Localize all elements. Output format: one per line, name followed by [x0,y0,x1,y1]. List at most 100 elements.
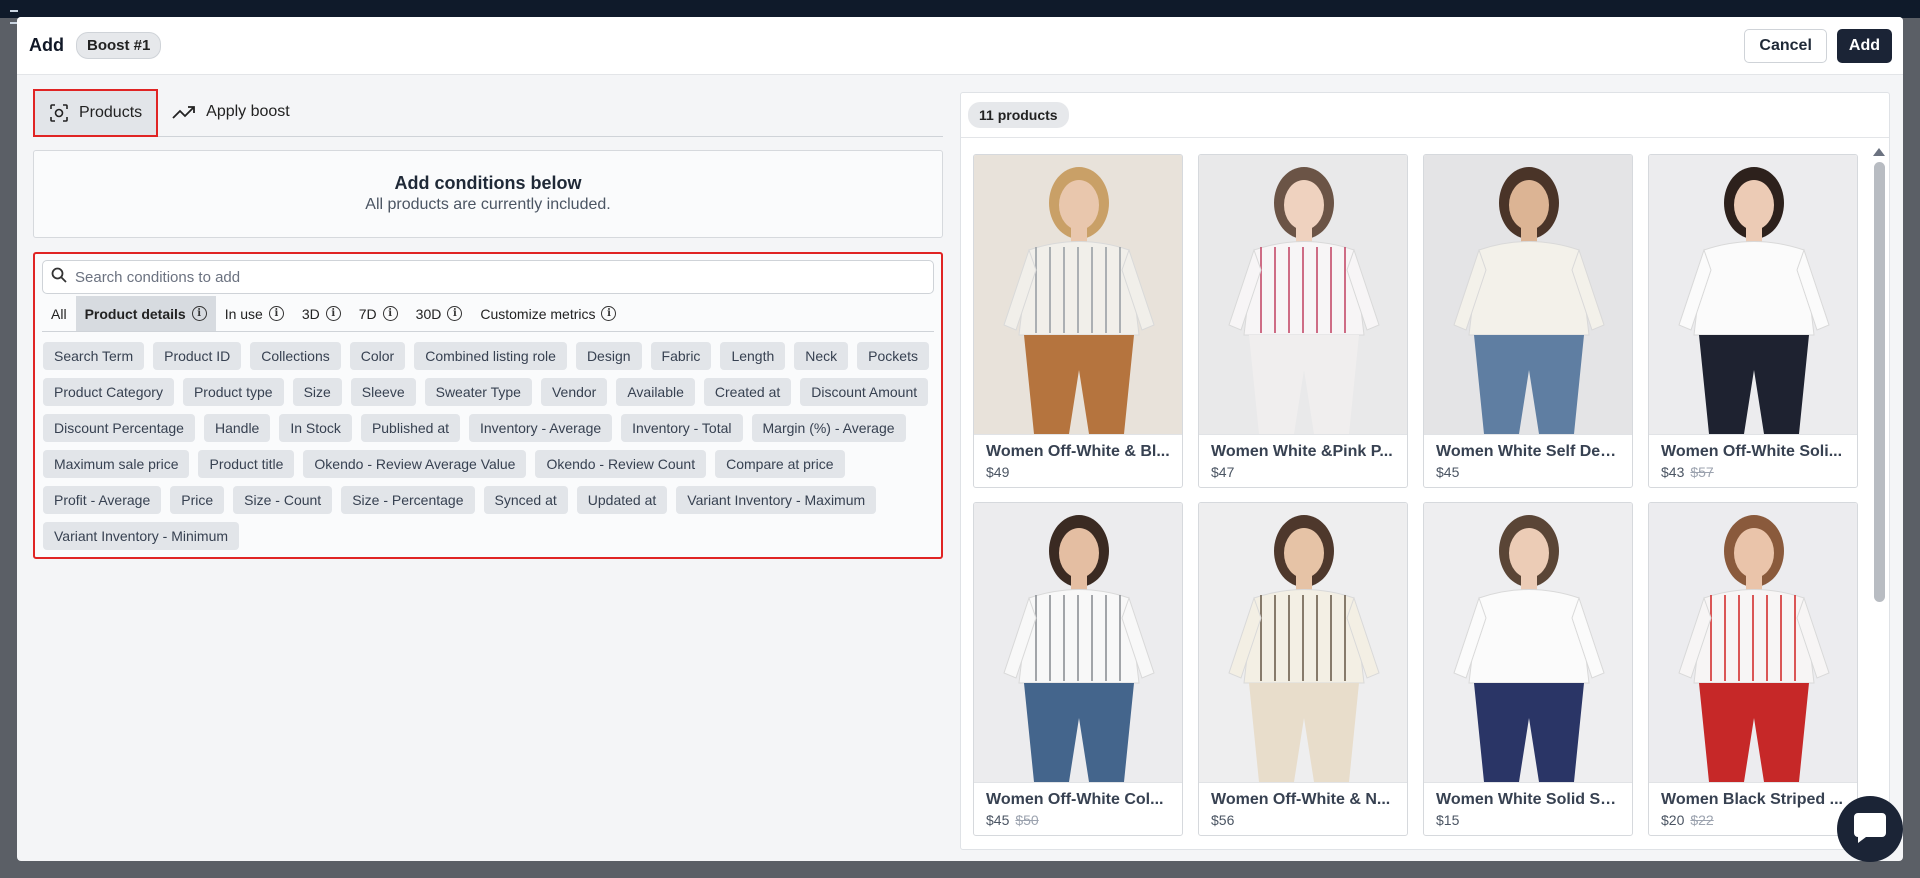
info-icon[interactable]: i [382,306,398,321]
scroll-thumb[interactable] [1873,162,1885,602]
condition-chip[interactable]: Product ID [153,342,242,370]
filter-tab-customize-metrics[interactable]: Customize metrics i [471,296,625,331]
conditions-title: Add conditions below [394,173,582,193]
filter-tab-label: In use [224,305,263,322]
filter-tab-product-details[interactable]: Product details i [75,296,216,331]
info-icon[interactable]: i [325,306,341,321]
product-info: Women Off-White & Bl... $49 [974,434,1182,480]
app-backdrop-bar [0,0,1920,18]
product-title: Women Off-White Col... [986,791,1164,808]
product-compare-price: $22 [1690,812,1714,828]
condition-chip[interactable]: Variant Inventory - Maximum [676,486,877,514]
product-info: Women Off-White Col... $45 $50 [974,782,1182,828]
condition-chip[interactable]: Okendo - Review Count [535,450,707,478]
product-info: Women White Self Des... $45 [1424,434,1632,480]
modal-header: Add Boost #1 Cancel Add [17,17,1903,75]
condition-chip[interactable]: Profit - Average [43,486,162,514]
product-price-row: $47 [1211,464,1395,480]
condition-chip[interactable]: In Stock [279,414,352,442]
product-image [1424,503,1632,782]
product-compare-price: $57 [1690,464,1714,480]
condition-chip[interactable]: Maximum sale price [43,450,190,478]
product-card[interactable]: Women Off-White & N... $56 [1198,502,1408,836]
product-card[interactable]: Women White &Pink P... $47 [1198,154,1408,488]
condition-chip[interactable]: Price [170,486,225,514]
add-button[interactable]: Add [1836,29,1892,63]
product-card[interactable]: Women White Solid Se... $15 [1423,502,1633,836]
condition-chip[interactable]: Design [575,342,642,370]
condition-chip[interactable]: Available [616,378,695,406]
filter-tab-7d[interactable]: 7D i [350,296,407,331]
condition-chip[interactable]: Sleeve [350,378,416,406]
condition-chip[interactable]: Product title [198,450,295,478]
condition-chip[interactable]: Synced at [483,486,568,514]
condition-chip[interactable]: Sweater Type [424,378,532,406]
condition-chip[interactable]: Published at [360,414,460,442]
condition-chip[interactable]: Neck [794,342,849,370]
condition-chip[interactable]: Updated at [576,486,668,514]
condition-chip[interactable]: Inventory - Total [621,414,743,442]
condition-chip[interactable]: Handle [203,414,271,442]
condition-chip[interactable]: Okendo - Review Average Value [303,450,527,478]
condition-chip[interactable]: Fabric [650,342,712,370]
product-info: Women White &Pink P... $47 [1199,434,1407,480]
filter-tabs: All Product details i In use i 3D i 7D i [42,296,934,332]
product-price-row: $45 $50 [986,812,1170,828]
filter-tab-label: 7D [358,305,377,322]
filter-tab-label: Customize metrics [480,305,596,322]
filter-tab-3d[interactable]: 3D i [293,296,350,331]
product-card[interactable]: Women Off-White & Bl... $49 [973,154,1183,488]
search-input[interactable] [75,268,933,286]
condition-chip[interactable]: Variant Inventory - Minimum [43,522,240,550]
condition-chip[interactable]: Compare at price [715,450,845,478]
condition-chip[interactable]: Created at [703,378,792,406]
product-info: Women Black Striped ... $20 $22 [1649,782,1857,828]
product-info: Women Off-White & N... $56 [1199,782,1407,828]
condition-chip[interactable]: Pockets [857,342,929,370]
product-card[interactable]: Women White Self Des... $45 [1423,154,1633,488]
chat-launcher-button[interactable] [1837,796,1903,862]
condition-chip[interactable]: Length [720,342,786,370]
filter-tab-all[interactable]: All [42,296,76,331]
info-icon[interactable]: i [191,306,207,321]
scrollbar[interactable] [1872,142,1886,842]
condition-chip[interactable]: Collections [250,342,341,370]
condition-chip[interactable]: Margin (%) - Average [751,414,906,442]
condition-chip[interactable]: Search Term [43,342,145,370]
filter-tab-label: Product details [84,305,186,322]
product-price-row: $43 $57 [1661,464,1845,480]
condition-chip[interactable]: Color [349,342,406,370]
condition-chip[interactable]: Discount Percentage [43,414,195,442]
product-image [1199,503,1407,782]
condition-chip[interactable]: Size - Count [233,486,333,514]
condition-chips: Search Term Product ID Collections Color Com… [42,332,934,550]
header-actions: Cancel Add [1744,29,1892,63]
condition-chip[interactable]: Size [292,378,342,406]
info-icon[interactable]: i [447,306,463,321]
condition-chip[interactable]: Size - Percentage [341,486,475,514]
product-price-row: $49 [986,464,1170,480]
info-icon[interactable]: i [268,306,284,321]
product-card[interactable]: Women Off-White Col... $45 $50 [973,502,1183,836]
product-price-row: $15 [1436,812,1620,828]
product-title: Women Black Striped ... [1661,791,1843,808]
product-price: $56 [1211,812,1235,828]
conditions-subtitle: All products are currently included. [365,196,611,213]
condition-chip[interactable]: Product Category [43,378,174,406]
info-icon[interactable]: i [601,306,617,321]
filter-tab-30d[interactable]: 30D i [407,296,472,331]
filter-tab-label: 30D [415,305,442,322]
product-image [1424,155,1632,434]
condition-chip[interactable]: Inventory - Average [469,414,613,442]
condition-chip[interactable]: Discount Amount [800,378,929,406]
tab-apply-boost[interactable]: Apply boost [158,88,304,136]
condition-chip[interactable]: Product type [182,378,284,406]
tab-products[interactable]: Products [33,89,159,137]
cancel-button[interactable]: Cancel [1744,29,1827,63]
condition-chip[interactable]: Combined listing role [414,342,567,370]
product-card[interactable]: Women Black Striped ... $20 $22 [1648,502,1858,836]
scroll-up-arrow-icon[interactable] [1873,148,1885,156]
product-card[interactable]: Women Off-White Soli... $43 $57 [1648,154,1858,488]
filter-tab-in-use[interactable]: In use i [216,296,293,331]
condition-chip[interactable]: Vendor [540,378,608,406]
